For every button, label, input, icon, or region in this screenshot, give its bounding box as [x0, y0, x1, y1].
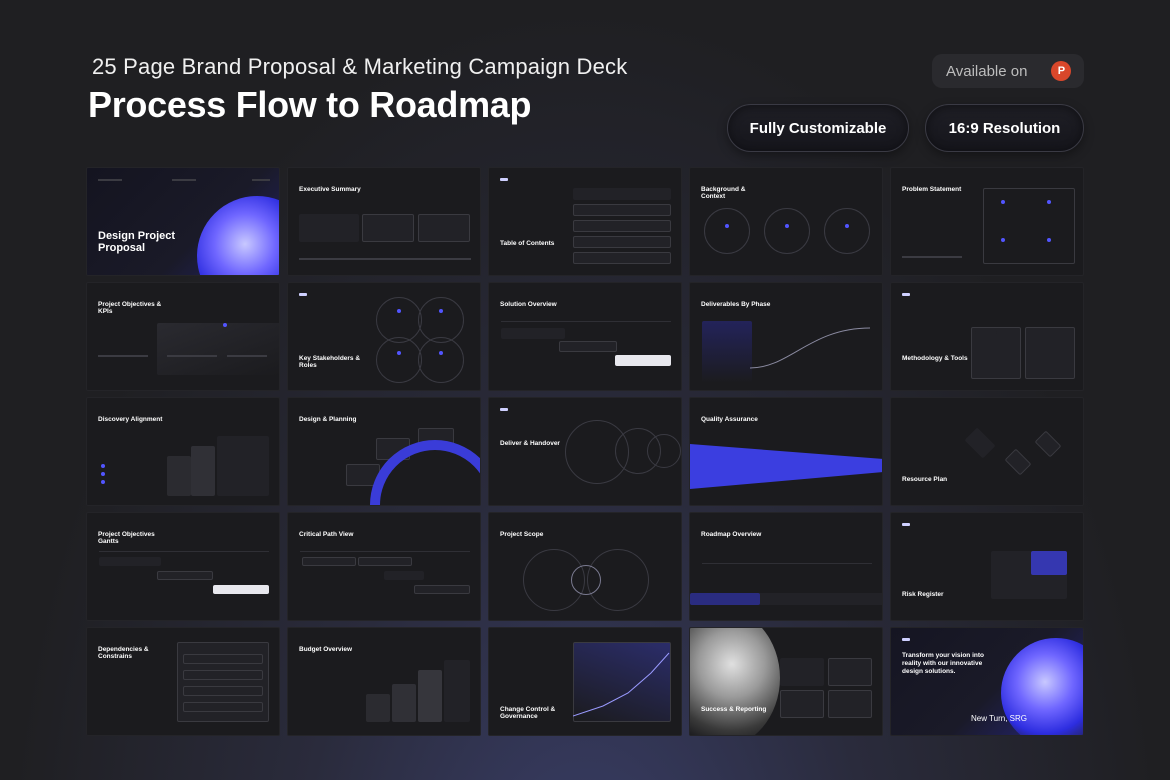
funnel-graphic: [690, 444, 882, 489]
slide-thumbnail[interactable]: Dependencies & Constrains: [86, 627, 280, 736]
slide-title: Key Stakeholders & Roles: [299, 355, 361, 369]
fully-customizable-badge[interactable]: Fully Customizable: [727, 104, 909, 152]
available-on-badge[interactable]: Available on P: [932, 54, 1084, 88]
brand-footer: New Turn, SRG: [971, 714, 1028, 723]
slide-title: Table of Contents: [500, 240, 555, 247]
slide-title: Quality Assurance: [701, 416, 758, 423]
slide-thumbnail[interactable]: Resource Plan: [890, 397, 1084, 506]
slide-thumbnail[interactable]: Executive Summary: [287, 167, 481, 276]
slide-thumbnail[interactable]: Budget Overview: [287, 627, 481, 736]
slide-thumbnail[interactable]: Deliver & Handover: [488, 397, 682, 506]
slide-thumbnail[interactable]: Project Objectives Gantts: [86, 512, 280, 621]
slide-thumbnail[interactable]: Deliverables By Phase: [689, 282, 883, 391]
slide-thumbnail[interactable]: Change Control & Governance: [488, 627, 682, 736]
slide-title: Executive Summary: [299, 186, 361, 193]
slide-title: Roadmap Overview: [701, 531, 762, 538]
powerpoint-icon: P: [1051, 61, 1072, 81]
slide-title: Deliver & Handover: [500, 440, 560, 447]
slide-title: Design Project Proposal: [98, 230, 176, 254]
growth-line: [573, 652, 670, 717]
slide-title: Budget Overview: [299, 646, 353, 653]
abstract-wave-graphic: [197, 196, 279, 275]
slide-grid: Design Project Proposal Executive Summar…: [86, 167, 1084, 736]
slide-thumbnail[interactable]: Background & Context: [689, 167, 883, 276]
slide-thumbnail[interactable]: Transform your vision into reality with …: [890, 627, 1084, 736]
slide-title: Problem Statement: [902, 186, 962, 193]
slide-thumbnail[interactable]: Solution Overview: [488, 282, 682, 391]
slide-thumbnail[interactable]: Methodology & Tools: [890, 282, 1084, 391]
resolution-badge[interactable]: 16:9 Resolution: [925, 104, 1084, 152]
slide-title: Deliverables By Phase: [701, 301, 771, 308]
slide-title: Solution Overview: [500, 301, 557, 308]
slide-title: Transform your vision into reality with …: [902, 652, 984, 675]
slide-thumbnail[interactable]: Key Stakeholders & Roles: [287, 282, 481, 391]
slide-title: Methodology & Tools: [902, 355, 968, 362]
header-subtitle: 25 Page Brand Proposal & Marketing Campa…: [92, 54, 628, 79]
slide-thumbnail[interactable]: Critical Path View: [287, 512, 481, 621]
slide-thumbnail[interactable]: Design & Planning: [287, 397, 481, 506]
slide-title: Project Scope: [500, 531, 544, 538]
slide-title: Success & Reporting: [701, 706, 767, 713]
slide-thumbnail[interactable]: Table of Contents: [488, 167, 682, 276]
slide-title: Dependencies & Constrains: [98, 646, 149, 660]
slide-title: Risk Register: [902, 591, 944, 598]
available-label: Available on: [946, 62, 1028, 80]
slide-title: Discovery Alignment: [98, 416, 163, 423]
slide-thumbnail[interactable]: Risk Register: [890, 512, 1084, 621]
slide-title: Project Objectives Gantts: [98, 531, 155, 545]
page-title: Process Flow to Roadmap: [88, 84, 532, 125]
slide-title: Resource Plan: [902, 476, 948, 483]
slide-thumbnail[interactable]: Success & Reporting: [689, 627, 883, 736]
slide-thumbnail[interactable]: Project Scope: [488, 512, 682, 621]
slide-title: Critical Path View: [299, 531, 354, 538]
abstract-sphere-graphic: [690, 628, 780, 735]
slide-thumbnail[interactable]: Quality Assurance: [689, 397, 883, 506]
slide-thumbnail[interactable]: Project Objectives & KPIs: [86, 282, 280, 391]
slide-thumbnail[interactable]: Discovery Alignment: [86, 397, 280, 506]
slide-title: Background & Context: [701, 186, 746, 200]
slide-title: Design & Planning: [299, 416, 357, 423]
slide-thumbnail[interactable]: Roadmap Overview: [689, 512, 883, 621]
slide-title: Change Control & Governance: [500, 706, 556, 720]
progress-curve: [750, 327, 870, 369]
slide-title: Project Objectives & KPIs: [98, 301, 162, 315]
slide-thumbnail[interactable]: Problem Statement: [890, 167, 1084, 276]
slide-thumbnail[interactable]: Design Project Proposal: [86, 167, 280, 276]
